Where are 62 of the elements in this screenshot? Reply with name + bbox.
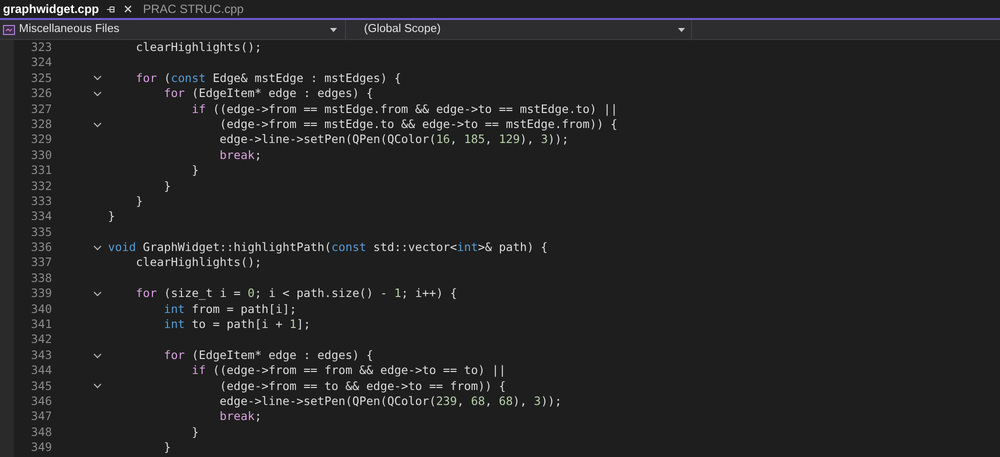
fold-chevron-icon[interactable] [92,290,102,297]
code-line: } [134,192,143,210]
line-number: 332 [30,178,52,195]
fold-chevron-icon[interactable] [92,244,102,251]
code-line: int from = path[i]; [162,300,296,318]
fold-chevron-icon[interactable] [92,383,102,390]
line-number: 340 [30,300,52,318]
project-dropdown[interactable]: Miscellaneous Files [0,20,346,39]
code-line: } [190,424,199,441]
code-line: for (EdgeItem* edge : edges) { [162,85,374,102]
line-number: 336 [30,239,52,256]
code-line: for (EdgeItem* edge : edges) { [162,346,374,364]
code-line: (edge->from == mstEdge.to && edge->to == mstEdge.from)) { [218,116,618,133]
fold-chevron-icon[interactable] [92,122,102,128]
line-number: 326 [30,85,52,102]
project-icon [3,24,15,34]
pin-icon[interactable] [107,4,116,14]
line-number: 325 [30,70,52,87]
code-line: if ((edge->from == from && edge->to == to) || [190,362,506,380]
code-line: } [162,178,171,195]
code-line: clearHighlights(); [134,254,262,272]
line-number: 324 [30,54,52,72]
line-number: 345 [30,378,52,395]
code-line: clearHighlights(); [134,40,262,56]
line-number: 338 [30,270,52,287]
line-number: 347 [30,408,52,426]
line-number: 328 [30,116,52,133]
code-line: (edge->from == to && edge->to == from)) { [218,378,506,395]
line-number: 333 [30,192,52,210]
line-number: 349 [30,439,52,456]
code-line: for (const Edge& mstEdge : mstEdges) { [134,70,402,87]
code-line: for (size_t i = 0; i < path.size() - 1; i++) { [134,285,458,302]
code-line: } [108,208,115,226]
code-line: } [190,162,199,180]
code-line: break; [218,146,262,164]
line-number: 339 [30,285,52,302]
dropdown-caret-icon [678,28,685,32]
code-line: edge->line->setPen(QPen(QColor(16, 185, 129), 3)); [218,131,569,148]
line-number: 337 [30,254,52,272]
fold-chevron-icon[interactable] [92,352,102,358]
line-number: 327 [30,100,52,118]
line-number: 335 [30,224,52,241]
dropdown-caret-icon [330,28,337,32]
scope-dropdown[interactable]: (Global Scope) [346,20,692,39]
code-line: if ((edge->from == mstEdge.from && edge->to == mstEdge.to) || [190,100,618,118]
line-number: 348 [30,424,52,441]
line-number: 329 [30,131,52,148]
line-number: 323 [30,40,52,56]
line-number: 344 [30,362,52,380]
line-number: 331 [30,162,52,180]
line-number: 343 [30,346,52,364]
code-line: break; [218,408,262,426]
line-number: 341 [30,316,52,334]
line-number: 334 [30,208,52,226]
line-number: 346 [30,392,52,410]
code-line: } [162,439,171,456]
code-line: edge->line->setPen(QPen(QColor(239, 68, 68), 3)); [218,392,562,410]
close-icon[interactable] [124,5,132,13]
line-number: 330 [30,146,52,164]
code-line: int to = path[i + 1]; [162,316,310,334]
line-number: 342 [30,331,52,348]
code-line: void GraphWidget::highlightPath(const std::vector<int>& path) { [108,239,548,256]
